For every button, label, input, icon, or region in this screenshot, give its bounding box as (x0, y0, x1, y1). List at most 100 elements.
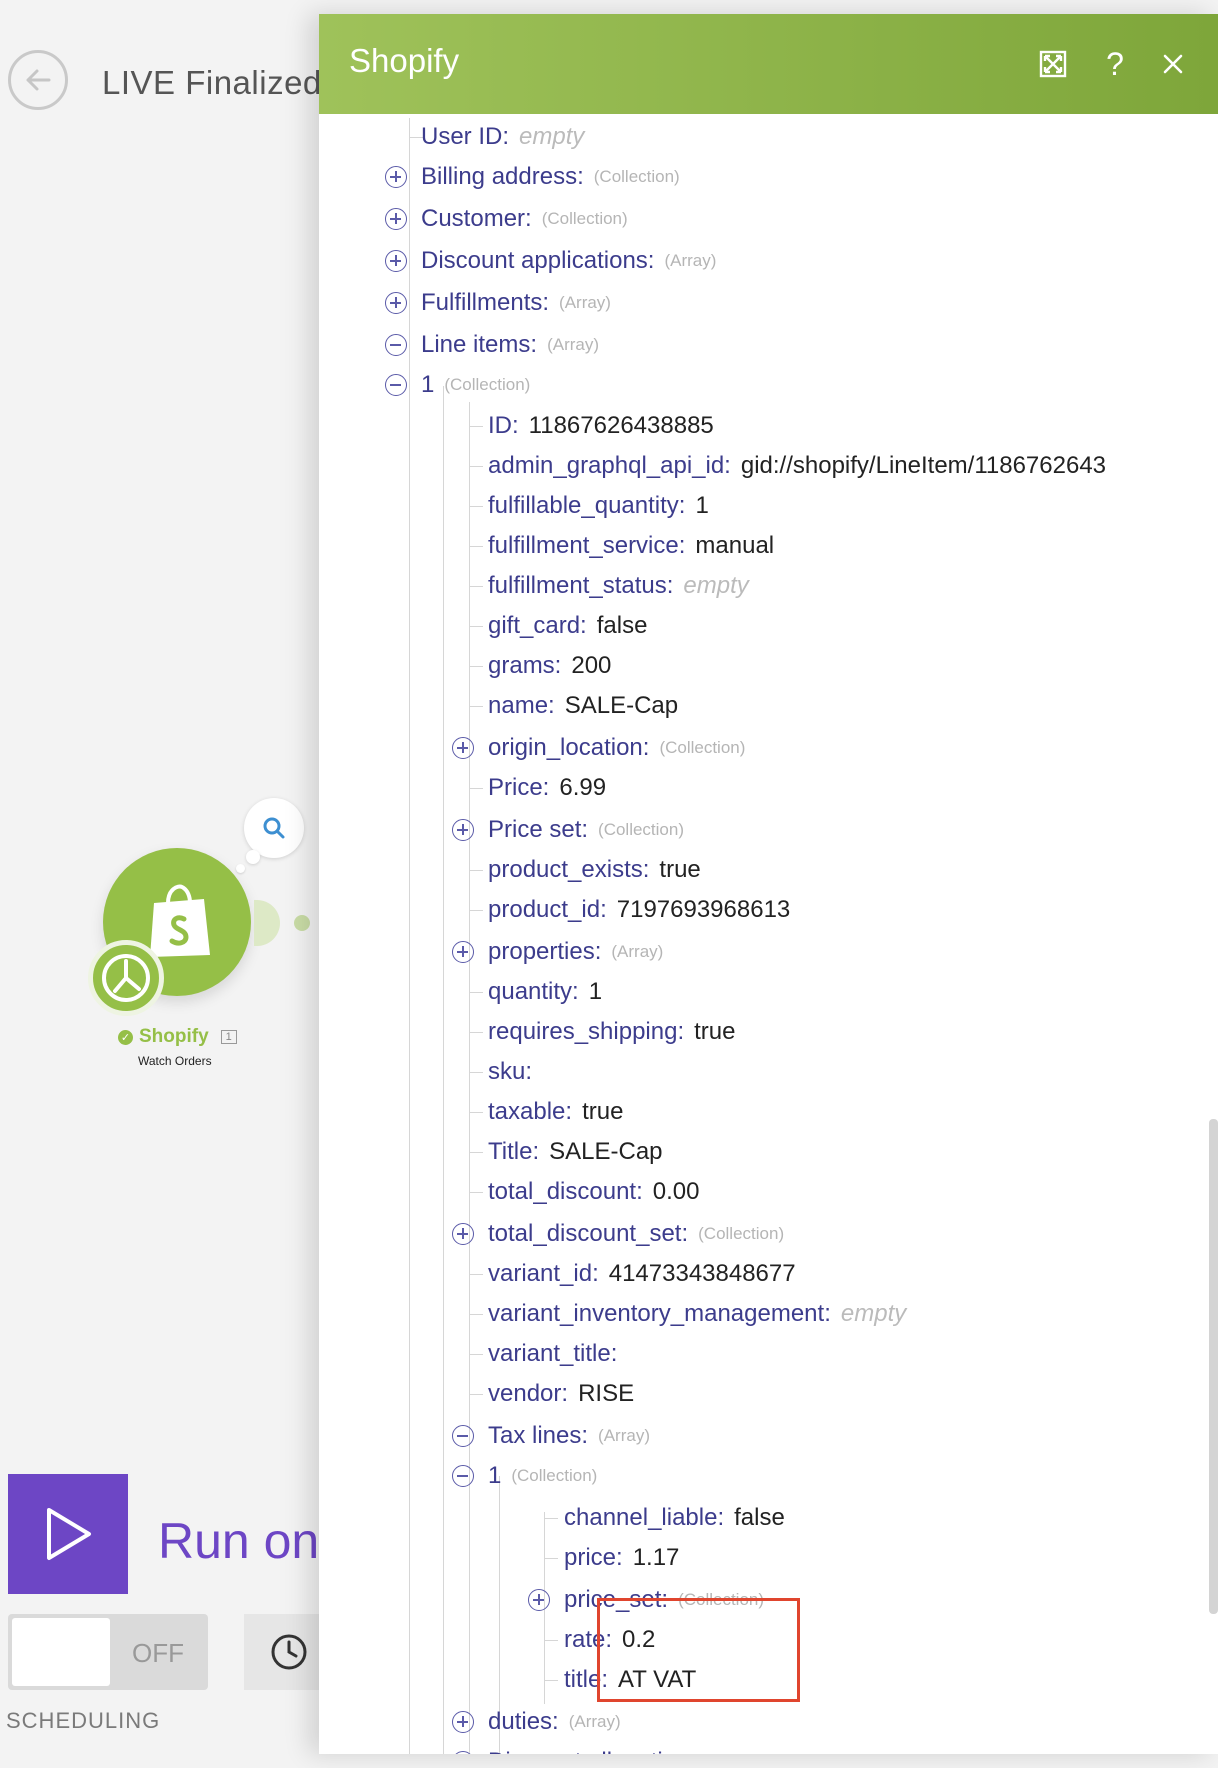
tree-key: variant_inventory_management: (488, 1300, 831, 1327)
tree-key: Billing address: (421, 163, 584, 190)
tree-row[interactable]: Customer: (Collection) (421, 204, 628, 234)
tree-row[interactable]: Line items: (Array) (421, 330, 599, 360)
connector-dot (294, 915, 310, 931)
tree-value: true (582, 1098, 624, 1125)
tree-value: 0.00 (652, 1178, 700, 1205)
collapse-minus-icon[interactable] (385, 334, 407, 356)
tree-type: (Collection) (598, 820, 685, 839)
tree-value: 6.99 (559, 774, 607, 801)
tree-type: (Array) (664, 251, 717, 270)
panel-header: Shopify ? (319, 14, 1218, 114)
tree-row[interactable]: origin_location: (Collection) (488, 733, 745, 763)
output-bundle-panel: User ID: empty Billing address: (Collection… (319, 14, 1218, 1754)
tree-value: 11867626438885 (528, 412, 714, 439)
tree-row[interactable]: properties: (Array) (488, 937, 663, 967)
tree-row: Title: SALE-Cap (488, 1137, 663, 1167)
tree-row[interactable]: Discount allocations: (Array) (488, 1747, 770, 1754)
expand-plus-icon[interactable] (452, 1711, 474, 1733)
collapse-minus-icon[interactable] (452, 1465, 474, 1487)
panel-scrollbar[interactable] (1209, 1119, 1218, 1614)
clock-icon (271, 1634, 307, 1670)
tree-key: grams: (488, 652, 562, 679)
expand-plus-icon[interactable] (452, 819, 474, 841)
tree-tick (544, 1518, 558, 1519)
tree-row: name: SALE-Cap (488, 691, 678, 721)
tree-tick (469, 466, 483, 467)
tree-tick (469, 1112, 483, 1113)
tree-tick (469, 1032, 483, 1033)
scenario-title: LIVE Finalized (102, 64, 322, 101)
tree-tick (469, 992, 483, 993)
tree-value: SALE-Cap (564, 692, 679, 719)
tree-tick (469, 910, 483, 911)
tree-key: fulfillable_quantity: (488, 492, 686, 519)
expand-plus-icon[interactable] (452, 1223, 474, 1245)
tree-value: 41473343848677 (608, 1260, 796, 1287)
panel-title: Shopify (349, 42, 460, 79)
tree-tick (469, 1152, 483, 1153)
expand-icon (1039, 50, 1067, 78)
tree-tick (469, 586, 483, 587)
expand-plus-icon[interactable] (528, 1589, 550, 1611)
tree-key: requires_shipping: (488, 1018, 685, 1045)
tree-row[interactable]: duties: (Array) (488, 1707, 621, 1737)
tree-guide-line (443, 386, 444, 1754)
tree-key: quantity: (488, 978, 579, 1005)
tree-type: (Collection) (541, 209, 628, 228)
close-icon (1163, 54, 1183, 74)
tree-tick (544, 1640, 558, 1641)
tree-guide-line (409, 118, 410, 1754)
tree-key: taxable: (488, 1098, 573, 1125)
tree-row[interactable]: Fulfillments: (Array) (421, 288, 611, 318)
tree-row: admin_graphql_api_id: gid://shopify/LineI… (488, 451, 1106, 481)
tree-row: ID: 11867626438885 (488, 411, 714, 441)
tree-row[interactable]: Tax lines: (Array) (488, 1421, 650, 1451)
tree-key: product_exists: (488, 856, 650, 883)
module-name: Shopify (139, 1026, 209, 1047)
tree-row: price: 1.17 (564, 1543, 679, 1573)
tree-key: fulfillment_service: (488, 532, 686, 559)
tree-tick (469, 506, 483, 507)
expand-plus-icon[interactable] (452, 1751, 474, 1754)
tree-row: vendor: RISE (488, 1379, 634, 1409)
tree-value: 7197693968613 (616, 896, 791, 923)
tree-key: Price set: (488, 816, 589, 843)
tree-row[interactable]: 1 (Collection) (421, 370, 530, 400)
tree-row[interactable]: Billing address: (Collection) (421, 162, 680, 192)
expand-plus-icon[interactable] (385, 250, 407, 272)
scheduling-toggle[interactable]: OFF (8, 1614, 208, 1690)
back-button[interactable] (8, 50, 68, 110)
collapse-minus-icon[interactable] (452, 1425, 474, 1447)
tree-value: 1 (588, 978, 603, 1005)
search-bubble[interactable] (244, 798, 304, 858)
tree-key: Customer: (421, 205, 532, 232)
expand-button[interactable] (1033, 44, 1073, 84)
collapse-minus-icon[interactable] (385, 374, 407, 396)
tree-row[interactable]: Discount applications: (Array) (421, 246, 716, 276)
tree-row: variant_id: 41473343848677 (488, 1259, 796, 1289)
expand-plus-icon[interactable] (385, 208, 407, 230)
tree-row: sku: (488, 1057, 542, 1087)
tree-key: properties: (488, 938, 602, 965)
tree-type: (Collection) (593, 167, 680, 186)
tree-tick (469, 1072, 483, 1073)
tree-value: RISE (578, 1380, 635, 1407)
expand-plus-icon[interactable] (385, 166, 407, 188)
tree-key: User ID: (421, 123, 510, 150)
tree-key: Tax lines: (488, 1422, 589, 1449)
expand-plus-icon[interactable] (385, 292, 407, 314)
tree-key: variant_title: (488, 1340, 618, 1367)
tree-row[interactable]: 1 (Collection) (488, 1461, 597, 1491)
run-once-button[interactable] (8, 1474, 128, 1594)
tree-key: price: (564, 1544, 623, 1571)
tree-value: false (596, 612, 648, 639)
tree-value: 200 (571, 652, 612, 679)
tree-row[interactable]: total_discount_set: (Collection) (488, 1219, 784, 1249)
help-button[interactable]: ? (1095, 44, 1135, 84)
tree-type: (Collection) (698, 1224, 785, 1243)
close-button[interactable] (1153, 44, 1193, 84)
expand-plus-icon[interactable] (452, 941, 474, 963)
tree-row[interactable]: Price set: (Collection) (488, 815, 684, 845)
expand-plus-icon[interactable] (452, 737, 474, 759)
tree-row: requires_shipping: true (488, 1017, 735, 1047)
